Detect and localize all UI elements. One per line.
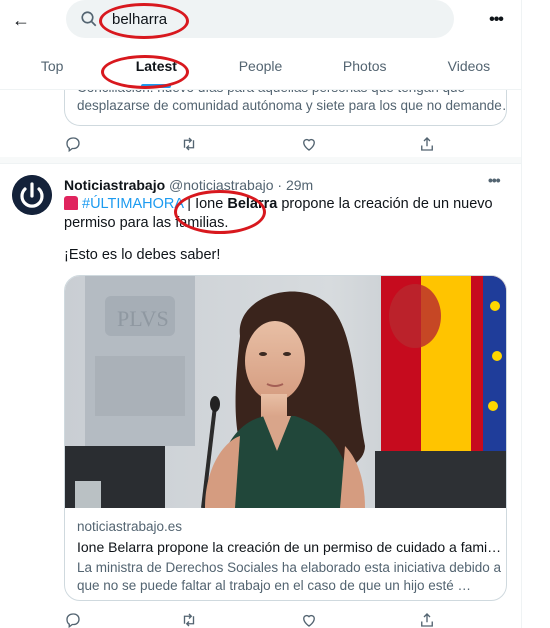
previous-tweet-actions [64,135,444,155]
reply-icon[interactable] [64,135,84,155]
search-bar[interactable] [66,0,454,38]
tab-photos[interactable]: Photos [313,46,417,90]
tweet-actions [64,611,444,628]
share-icon[interactable] [418,611,438,628]
search-tabs: Top Latest People Photos Videos [0,46,521,90]
tab-latest[interactable]: Latest [104,46,208,90]
image-relief-text: PLVS [117,306,169,331]
tweet-more-icon[interactable]: ••• [488,172,501,188]
tweet-time[interactable]: · 29m [277,177,313,193]
tab-label: Top [40,58,64,74]
tab-top[interactable]: Top [0,46,104,90]
link-preview-card[interactable]: PLVS noticiastrabajo.es Ione Belarra pro… [64,275,507,601]
tweet-header: Noticiastrabajo @noticiastrabajo · 29m [64,177,313,193]
avatar[interactable] [12,175,52,215]
retweet-icon[interactable] [180,135,200,155]
previous-card-text-line2: desplazarse de comunidad autónoma y siet… [77,98,507,113]
tweet-text-line2: ¡Esto es lo debes saber! [64,247,221,263]
tab-videos[interactable]: Videos [417,46,521,90]
arrow-left-icon[interactable]: ← [10,9,32,31]
tweet-text-part: | Ione [183,196,228,212]
retweet-icon[interactable] [180,611,200,628]
card-description: La ministra de Derechos Sociales ha elab… [77,560,502,593]
like-icon[interactable] [300,135,320,155]
author-handle[interactable]: @noticiastrabajo [169,177,274,193]
reply-icon[interactable] [64,611,84,628]
search-header: ← ••• Top Latest People Photos Videos [0,0,521,90]
tab-label: Videos [447,58,491,74]
more-horizontal-icon[interactable]: ••• [484,8,508,32]
hashtag-link[interactable]: #ÚLTIMAHORA [82,196,183,212]
column-border [521,0,522,628]
tweet-text-highlight: Belarra [227,196,278,212]
search-input[interactable] [112,9,412,29]
power-logo-icon [12,175,52,215]
search-icon [81,11,97,27]
author-name[interactable]: Noticiastrabajo [64,177,165,193]
card-domain: noticiastrabajo.es [77,519,183,534]
tab-label: People [238,58,283,74]
divider [0,163,521,164]
tweet-text: #ÚLTIMAHORA | Ione Belarra propone la cr… [64,195,509,233]
active-tab-indicator [141,84,172,88]
siren-emoji-icon [64,196,78,210]
tab-label: Latest [135,58,177,74]
like-icon[interactable] [300,611,320,628]
share-icon[interactable] [418,135,438,155]
card-title: Ione Belarra propone la creación de un p… [77,539,502,555]
tab-people[interactable]: People [208,46,312,90]
article-image: PLVS [65,276,506,508]
tab-label: Photos [342,58,387,74]
